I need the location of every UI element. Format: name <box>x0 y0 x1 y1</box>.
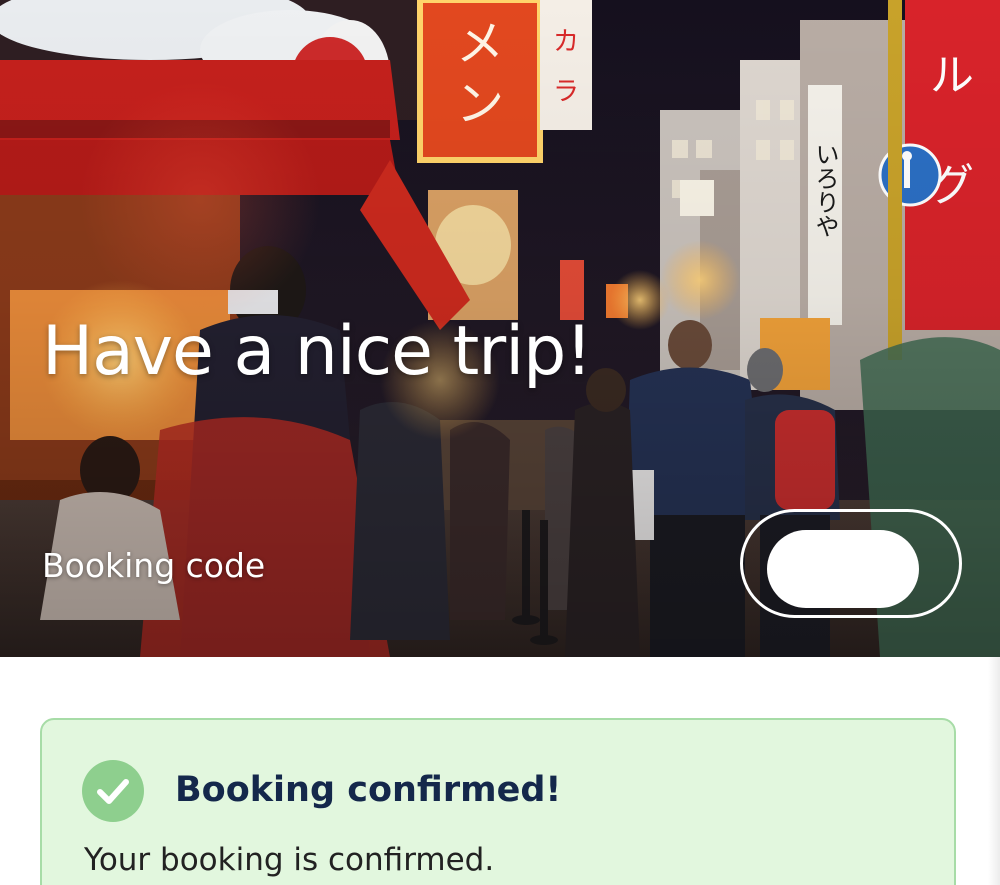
booking-confirmed-card: Booking confirmed! Your booking is confi… <box>40 718 956 885</box>
check-circle-icon <box>82 760 144 822</box>
scrollbar-track[interactable] <box>988 657 1000 885</box>
booking-code-container[interactable] <box>740 509 962 618</box>
confirmation-message: Your booking is confirmed. <box>84 842 495 878</box>
confirmation-title: Booking confirmed! <box>175 770 562 810</box>
page-title: Have a nice trip! <box>42 312 593 391</box>
booking-code-label: Booking code <box>42 546 266 585</box>
booking-code-value[interactable] <box>767 530 919 608</box>
hero-banner: いろりや ル グ メ <box>0 0 1000 657</box>
booking-confirmation-page: いろりや ル グ メ <box>0 0 1000 885</box>
